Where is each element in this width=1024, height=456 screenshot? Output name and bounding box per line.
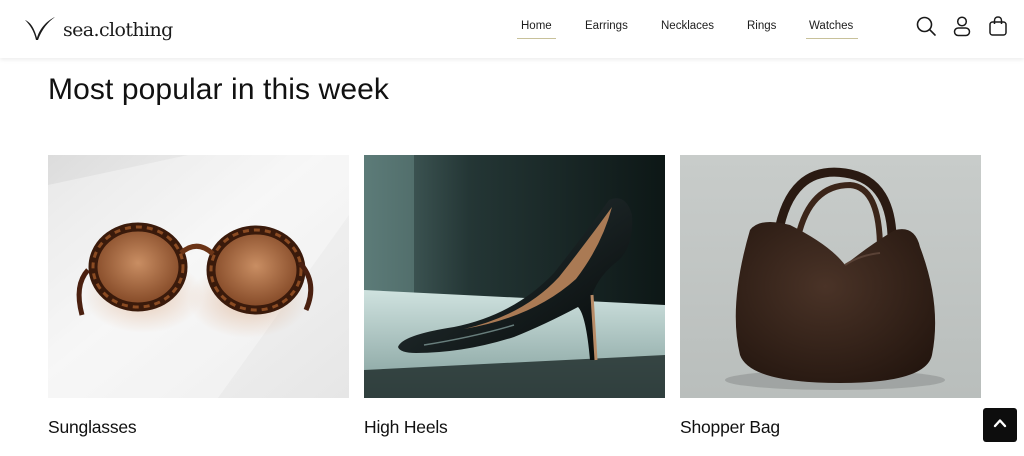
nav-item-rings[interactable]: Rings bbox=[747, 20, 776, 38]
product-label-high-heels: High Heels bbox=[364, 417, 448, 437]
product-card-shopper-bag[interactable]: Shopper Bag bbox=[680, 155, 981, 437]
back-to-top-button[interactable] bbox=[983, 408, 1017, 442]
product-label-sunglasses: Sunglasses bbox=[48, 417, 137, 437]
nav-item-home[interactable]: Home bbox=[517, 20, 556, 39]
search-icon[interactable] bbox=[915, 15, 937, 37]
product-label-shopper-bag: Shopper Bag bbox=[680, 417, 780, 437]
chevron-up-icon bbox=[992, 415, 1008, 436]
sunglasses-image bbox=[48, 155, 349, 398]
product-card-sunglasses[interactable]: Sunglasses bbox=[48, 155, 349, 437]
site-header: sea.clothing Home Earrings Necklaces Rin… bbox=[0, 0, 1024, 58]
nav-item-earrings[interactable]: Earrings bbox=[585, 20, 628, 38]
nav-item-watches[interactable]: Watches bbox=[806, 20, 859, 39]
brand-logo[interactable]: sea.clothing bbox=[24, 15, 173, 43]
shopping-bag-icon[interactable] bbox=[987, 15, 1009, 37]
shopper-bag-image bbox=[680, 155, 981, 398]
brand-name: sea.clothing bbox=[63, 18, 173, 41]
nav-item-necklaces[interactable]: Necklaces bbox=[661, 20, 714, 38]
product-card-high-heels[interactable]: High Heels bbox=[364, 155, 665, 437]
bird-logo-icon bbox=[24, 16, 56, 42]
high-heels-image bbox=[364, 155, 665, 398]
user-icon[interactable] bbox=[951, 15, 973, 37]
section-title: Most popular in this week bbox=[48, 73, 389, 106]
